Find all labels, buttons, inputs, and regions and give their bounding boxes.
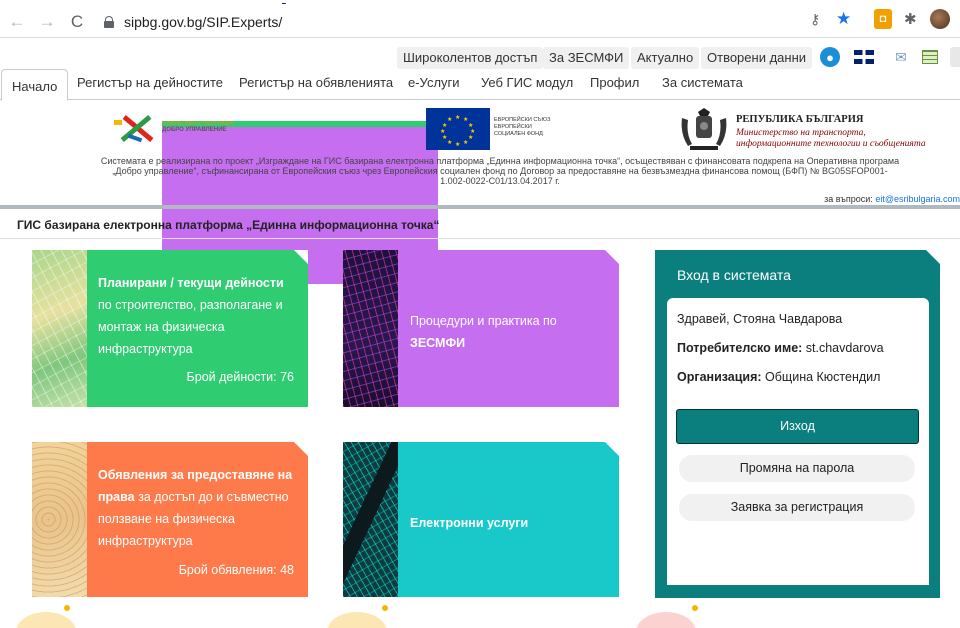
zesmfi-link[interactable]: За ЗЕСМФИ	[543, 47, 630, 69]
table-icon[interactable]	[922, 50, 938, 64]
news-link[interactable]: Актуално	[631, 47, 700, 69]
username-value: st.chavdarova	[802, 341, 884, 355]
eu-logo: ★ ★ ★ ★ ★ ★ ★ ★ ★ ★ ★ ★ ЕВРОПЕЙСКИ СЪЮЗ ЕВРОПЕЙС…	[424, 108, 564, 150]
sparkle-icon	[64, 605, 70, 611]
eservices-title: Електронни услуги	[410, 516, 529, 530]
profile-avatar[interactable]	[930, 9, 950, 29]
eservices-tile[interactable]: Електронни услуги	[343, 442, 619, 597]
utility-bar: Широколентов достъп За ЗЕСМФИ Актуално О…	[0, 44, 960, 70]
login-panel: Вход в системата Здравей, Стояна Чавдаро…	[655, 250, 940, 598]
separator	[0, 205, 960, 209]
login-title: Вход в системата	[677, 267, 791, 283]
map-thumbnail	[343, 250, 398, 407]
coat-of-arms-icon	[681, 108, 727, 150]
change-password-button[interactable]: Промяна на парола	[679, 455, 915, 482]
lock-icon	[104, 16, 114, 28]
shopping-bag-icon[interactable]: ◘	[874, 9, 892, 29]
contact-email-link[interactable]: eit@esribulgaria.com	[875, 194, 960, 204]
tab-home[interactable]: Начало	[1, 69, 69, 101]
notices-count: Брой обявления: 48	[178, 563, 294, 577]
contact-line: за въпроси: eit@esribulgaria.com	[824, 194, 960, 204]
page-title: ГИС базирана електронна платформа „Единн…	[17, 218, 440, 232]
organization-value: Община Кюстендил	[761, 370, 881, 384]
tab-activities-register[interactable]: Регистър на дейностите	[77, 75, 223, 90]
activities-title: Планирани / текущи дейности	[98, 276, 284, 290]
back-button[interactable]: ←	[4, 9, 30, 35]
category-icon[interactable]	[16, 612, 76, 628]
good-governance-logo: ОПЕРАТИВНА ПРОГРАМА ДОБРО УПРАВЛЕНИЕ	[114, 110, 438, 284]
more-icon[interactable]	[950, 47, 960, 67]
organization-row: Организация: Община Кюстендил	[677, 370, 880, 384]
divider	[0, 238, 960, 239]
notices-tile[interactable]: Обявления за предоставяне на права за до…	[32, 442, 308, 597]
tab-eservices[interactable]: е-Услуги	[408, 75, 460, 90]
key-icon[interactable]: ⚷	[810, 9, 820, 29]
username-row: Потребителско име: st.chavdarova	[677, 341, 884, 355]
reload-button[interactable]: C	[64, 9, 90, 35]
eu-flag-icon: ★ ★ ★ ★ ★ ★ ★ ★ ★ ★ ★ ★	[426, 108, 490, 150]
organization-label: Организация:	[677, 370, 762, 384]
procedures-law: ЗЕСМФИ	[410, 336, 466, 350]
tab-web-gis[interactable]: Уеб ГИС модул	[481, 75, 573, 90]
ministry-logo: РЕПУБЛИКА БЪЛГАРИЯ Министерство на транс…	[674, 108, 960, 154]
user-icon[interactable]: ●	[820, 47, 840, 67]
open-data-link[interactable]: Отворени данни	[701, 47, 813, 69]
ministry-name: Министерство на транспорта, информационн…	[736, 128, 926, 149]
activities-count: Брой дейности: 76	[186, 370, 294, 384]
greeting: Здравей, Стояна Чавдарова	[677, 312, 843, 326]
ministry-republic-title: РЕПУБЛИКА БЪЛГАРИЯ	[736, 114, 864, 125]
map-thumbnail	[32, 442, 87, 597]
username-label: Потребителско име:	[677, 341, 803, 355]
logout-button[interactable]: Изход	[676, 409, 919, 444]
map-thumbnail	[343, 442, 398, 597]
tab-about[interactable]: За системата	[662, 75, 743, 90]
star-icon[interactable]: ★	[836, 9, 851, 29]
forward-button[interactable]: →	[34, 9, 60, 35]
category-icon[interactable]	[636, 612, 696, 628]
main-nav: Начало Регистър на дейностите Регистър н…	[0, 69, 960, 101]
registration-request-button[interactable]: Заявка за регистрация	[679, 494, 915, 521]
activities-tile[interactable]: Планирани / текущи дейности по строителс…	[32, 250, 308, 407]
tab-profile[interactable]: Профил	[590, 75, 639, 90]
procedures-tile[interactable]: Процедури и практика по ЗЕСМФИ	[343, 250, 619, 407]
category-icon[interactable]	[327, 612, 387, 628]
map-thumbnail	[32, 250, 87, 407]
url-text: sipbg.gov.bg/SIP.Experts/	[124, 13, 283, 30]
puzzle-icon[interactable]: ✱	[904, 9, 917, 29]
tab-notices-register[interactable]: Регистър на обявленията	[239, 75, 393, 90]
uk-flag-icon[interactable]	[854, 50, 874, 64]
login-card: Здравей, Стояна Чавдарова Потребителско …	[667, 298, 929, 585]
sparkle-icon	[382, 605, 388, 611]
activities-desc: по строителство, разполагане и монтаж на…	[98, 298, 283, 356]
sparkle-icon	[692, 605, 698, 611]
project-description: Системата е реализирана по проект „Изгра…	[100, 156, 900, 186]
broadband-link[interactable]: Широколентов достъп	[397, 47, 544, 69]
eu-logo-text: ЕВРОПЕЙСКИ СЪЮЗ ЕВРОПЕЙСКИ СОЦИАЛЕН ФОНД	[494, 117, 551, 137]
procedures-text: Процедури и практика по	[410, 314, 557, 328]
mail-icon[interactable]: ✉	[890, 47, 912, 67]
address-bar[interactable]: sipbg.gov.bg/SIP.Experts/	[104, 9, 794, 35]
